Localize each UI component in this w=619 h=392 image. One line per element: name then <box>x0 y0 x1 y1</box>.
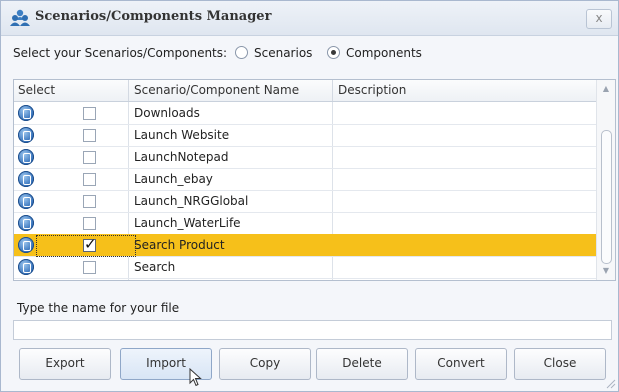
table-row[interactable]: Launch_WaterLife <box>14 212 596 235</box>
component-icon <box>18 237 34 253</box>
component-icon <box>18 259 34 275</box>
scroll-up-icon[interactable]: ▲ <box>597 82 615 96</box>
select-checkbox[interactable] <box>83 173 96 186</box>
selector-label: Select your Scenarios/Components: <box>13 46 228 60</box>
row-name: Launch_WaterLife <box>134 216 241 230</box>
convert-button[interactable]: Convert <box>415 348 507 380</box>
select-checkbox[interactable] <box>83 107 96 120</box>
copy-button[interactable]: Copy <box>219 348 311 380</box>
resize-grip-icon[interactable] <box>606 379 616 389</box>
component-icon <box>18 215 34 231</box>
column-header-description[interactable]: Description <box>334 80 406 101</box>
table-row[interactable]: Launch_ebay <box>14 168 596 191</box>
type-selector: Select your Scenarios/Components: Scenar… <box>13 45 613 63</box>
component-icon <box>18 193 34 209</box>
mouse-pointer-icon <box>189 368 202 387</box>
row-name: Downloads <box>134 106 200 120</box>
component-icon <box>18 127 34 143</box>
row-name: LaunchNotepad <box>134 150 229 164</box>
row-name: Search <box>134 260 176 274</box>
table-row[interactable]: Search <box>14 256 596 279</box>
component-icon <box>18 171 34 187</box>
row-name: Launch_ebay <box>134 172 213 186</box>
manager-window: Scenarios/Components Manager x Select yo… <box>0 0 619 392</box>
row-name: Launch_NRGGlobal <box>134 194 249 208</box>
select-checkbox[interactable] <box>83 235 97 253</box>
grid-header: Select Scenario/Component Name Descripti… <box>14 80 596 102</box>
close-window-button[interactable]: x <box>586 9 612 29</box>
select-checkbox[interactable] <box>83 195 96 208</box>
select-checkbox[interactable] <box>83 261 96 274</box>
radio-components[interactable]: Components <box>327 46 422 60</box>
table-row-selected[interactable]: Search Product <box>14 234 596 257</box>
table-row[interactable]: Launch Website <box>14 124 596 147</box>
column-header-select[interactable]: Select <box>14 80 55 101</box>
column-divider[interactable] <box>128 80 129 101</box>
table-row[interactable]: LaunchNotepad <box>14 146 596 169</box>
row-name: Search Product <box>134 238 225 252</box>
file-name-input[interactable] <box>13 320 612 340</box>
radio-components-label: Components <box>346 46 422 60</box>
components-grid[interactable]: Select Scenario/Component Name Descripti… <box>13 79 616 281</box>
row-name: Launch Website <box>134 128 230 142</box>
radio-indicator <box>235 46 248 59</box>
column-divider[interactable] <box>332 80 333 101</box>
vertical-scrollbar[interactable]: ▲ ▼ <box>596 80 615 280</box>
scroll-down-icon[interactable]: ▼ <box>597 264 615 278</box>
radio-indicator <box>327 46 340 59</box>
export-button[interactable]: Export <box>19 348 111 380</box>
column-header-name[interactable]: Scenario/Component Name <box>130 80 299 101</box>
users-group-icon <box>10 9 30 26</box>
scroll-thumb[interactable] <box>601 130 612 264</box>
title-bar[interactable]: Scenarios/Components Manager x <box>1 1 618 36</box>
close-button[interactable]: Close <box>514 348 606 380</box>
window-title: Scenarios/Components Manager <box>35 9 272 24</box>
delete-button[interactable]: Delete <box>316 348 408 380</box>
select-checkbox[interactable] <box>83 217 96 230</box>
file-name-label: Type the name for your file <box>17 301 180 315</box>
component-icon <box>18 105 34 121</box>
radio-scenarios[interactable]: Scenarios <box>235 46 312 60</box>
component-icon <box>18 149 34 165</box>
select-checkbox[interactable] <box>83 129 96 142</box>
radio-scenarios-label: Scenarios <box>254 46 313 60</box>
table-row[interactable]: Downloads <box>14 102 596 125</box>
table-row[interactable]: Launch_NRGGlobal <box>14 190 596 213</box>
select-checkbox[interactable] <box>83 151 96 164</box>
